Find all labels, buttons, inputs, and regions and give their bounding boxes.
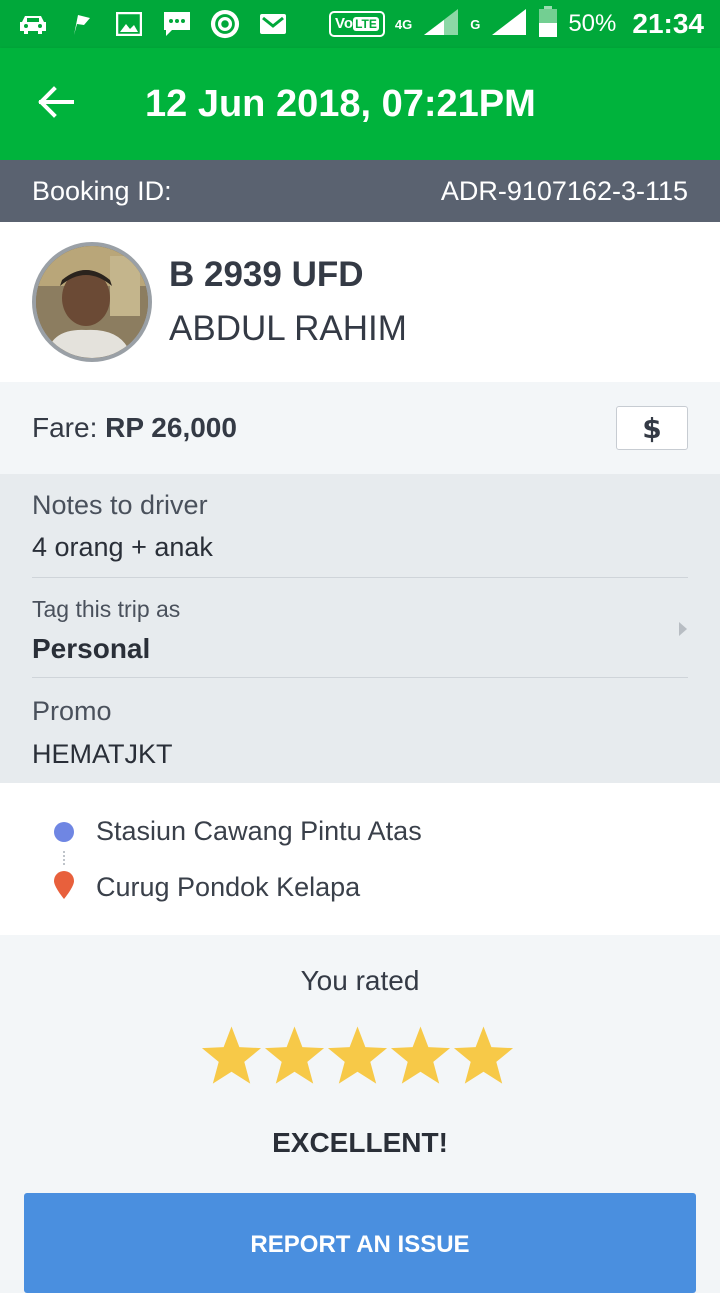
notes-label: Notes to driver [32,490,208,520]
status-clock: 21:34 [632,8,704,39]
rating-verdict: EXCELLENT! [272,1127,448,1158]
destination-address: Curug Pondok Kelapa [96,872,361,902]
arrow-left-icon [38,86,74,122]
notes-value: 4 orang + anak [32,532,213,562]
route-section: Stasiun Cawang Pintu Atas Curug Pondok K… [0,783,720,935]
signal-icon [422,7,460,41]
status-bar: Vo LTE 4G G 50% 21:34 [0,0,720,48]
chat-icon [162,10,192,38]
battery-percent: 50% [568,10,617,37]
fare-label: Fare: [32,412,98,443]
car-icon [18,10,48,38]
driver-avatar [32,242,152,362]
promo-label: Promo [32,696,112,726]
star-icon-4 [390,1026,451,1084]
rating-section: You rated EXCELLENT! REPORT AN ISSUE [0,935,720,1293]
fare-amount: RP 26,000 [105,412,237,443]
star-icon-1 [201,1026,262,1084]
dollar-icon: $ [642,411,662,445]
origin-address: Stasiun Cawang Pintu Atas [96,816,422,846]
booking-id-bar: Booking ID: ADR-9107162-3-115 [0,160,720,222]
booking-id-label: Booking ID: [32,175,172,206]
star-icon-3 [327,1026,388,1084]
system-status: Vo LTE 4G G 50% 21:34 [329,6,704,42]
back-button[interactable] [0,48,112,160]
star-icon-2 [264,1026,325,1084]
notes-row: Notes to driver 4 orang + anak [32,474,688,578]
driver-card: B 2939 UFD ABDUL RAHIM [0,222,720,382]
vehicle-plate: B 2939 UFD [169,255,364,294]
flag-icon [66,10,96,38]
star-icon-5 [453,1026,514,1084]
mail-icon [258,10,288,38]
tag-label: Tag this trip as [32,596,181,622]
battery-icon [538,6,558,42]
rated-label: You rated [300,965,420,996]
chevron-right-icon [678,621,688,641]
report-issue-button[interactable]: REPORT AN ISSUE [24,1193,696,1293]
signal-icon-2 [490,7,528,41]
origin-dot-icon [54,822,74,842]
network-g-label: G [470,16,481,32]
app-bar: 12 Jun 2018, 07:21PM [0,48,720,160]
fare-row: Fare: RP 26,000 $ [0,382,720,474]
trip-details: Notes to driver 4 orang + anak Tag this … [0,474,720,783]
promo-value: HEMATJKT [32,739,173,769]
notification-icons [18,9,329,39]
tag-value: Personal [32,633,151,664]
star-rating [200,1023,515,1089]
booking-id-value: ADR-9107162-3-115 [440,175,688,206]
route-connector [63,851,65,865]
page-title: 12 Jun 2018, 07:21PM [145,82,536,125]
volte-badge: Vo LTE [329,11,385,37]
driver-name: ABDUL RAHIM [169,309,407,348]
promo-row: Promo HEMATJKT [32,678,688,783]
network-4g-label: 4G [394,16,413,32]
image-icon [114,10,144,38]
driver-info: B 2939 UFD ABDUL RAHIM [169,255,407,349]
camera-icon [210,9,240,39]
fare-text: Fare: RP 26,000 [32,412,237,444]
location-pin-icon [52,870,76,904]
payment-method-button[interactable]: $ [616,406,688,450]
tag-trip-row[interactable]: Tag this trip as Personal [32,578,688,678]
